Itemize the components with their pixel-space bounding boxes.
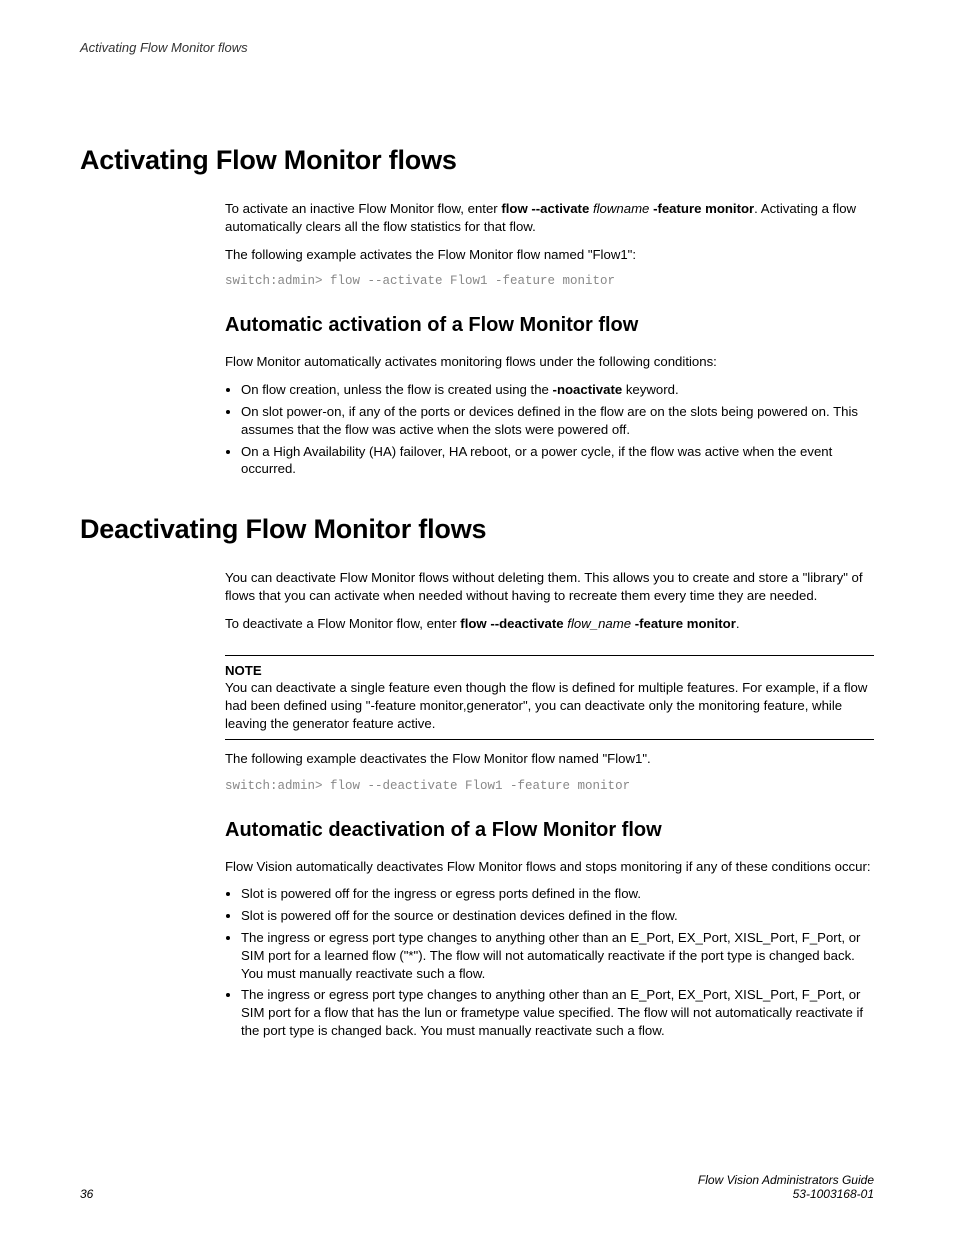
cmd-text: flow --activate <box>501 201 589 216</box>
note-label: NOTE <box>225 662 874 680</box>
para-activate-intro: To activate an inactive Flow Monitor flo… <box>225 200 874 236</box>
list-item: Slot is powered off for the source or de… <box>241 907 874 925</box>
auto-deactivation-list: Slot is powered off for the ingress or e… <box>225 885 874 1040</box>
arg-text: flowname <box>589 201 653 216</box>
subheading-auto-activation: Automatic activation of a Flow Monitor f… <box>225 312 874 339</box>
list-item: The ingress or egress port type changes … <box>241 929 874 982</box>
arg-text: flow_name <box>564 616 635 631</box>
keyword: -noactivate <box>553 382 623 397</box>
text: On flow creation, unless the flow is cre… <box>241 382 553 397</box>
list-item: Slot is powered off for the ingress or e… <box>241 885 874 903</box>
deactivating-body: You can deactivate Flow Monitor flows wi… <box>225 569 874 1040</box>
footer-guide-title: Flow Vision Administrators Guide <box>698 1173 874 1187</box>
section-heading-activating: Activating Flow Monitor flows <box>80 145 874 176</box>
activating-body: To activate an inactive Flow Monitor flo… <box>225 200 874 478</box>
para-auto-deactivation-intro: Flow Vision automatically deactivates Fl… <box>225 858 874 876</box>
para-deactivate-intro: You can deactivate Flow Monitor flows wi… <box>225 569 874 605</box>
running-header: Activating Flow Monitor flows <box>80 40 874 55</box>
code-activate: switch:admin> flow --activate Flow1 -fea… <box>225 273 874 290</box>
code-deactivate: switch:admin> flow --deactivate Flow1 -f… <box>225 778 874 795</box>
cmd-text: -feature monitor <box>635 616 736 631</box>
list-item: On flow creation, unless the flow is cre… <box>241 381 874 399</box>
footer-doc-number: 53-1003168-01 <box>698 1187 874 1201</box>
list-item: On a High Availability (HA) failover, HA… <box>241 443 874 479</box>
section-heading-deactivating: Deactivating Flow Monitor flows <box>80 514 874 545</box>
note-text: You can deactivate a single feature even… <box>225 679 874 732</box>
cmd-text: -feature monitor <box>653 201 754 216</box>
para-activate-example-label: The following example activates the Flow… <box>225 246 874 264</box>
subheading-auto-deactivation: Automatic deactivation of a Flow Monitor… <box>225 817 874 844</box>
cmd-text: flow --deactivate <box>460 616 563 631</box>
text: To activate an inactive Flow Monitor flo… <box>225 201 501 216</box>
note-box: NOTE You can deactivate a single feature… <box>225 655 874 740</box>
page-number: 36 <box>80 1187 93 1201</box>
page-footer: 36 Flow Vision Administrators Guide 53-1… <box>80 1173 874 1201</box>
text: . <box>736 616 740 631</box>
para-deactivate-cmd: To deactivate a Flow Monitor flow, enter… <box>225 615 874 633</box>
text: To deactivate a Flow Monitor flow, enter <box>225 616 460 631</box>
text: keyword. <box>622 382 678 397</box>
list-item: On slot power-on, if any of the ports or… <box>241 403 874 439</box>
list-item: The ingress or egress port type changes … <box>241 986 874 1039</box>
para-deactivate-example-label: The following example deactivates the Fl… <box>225 750 874 768</box>
para-auto-activation-intro: Flow Monitor automatically activates mon… <box>225 353 874 371</box>
auto-activation-list: On flow creation, unless the flow is cre… <box>225 381 874 478</box>
